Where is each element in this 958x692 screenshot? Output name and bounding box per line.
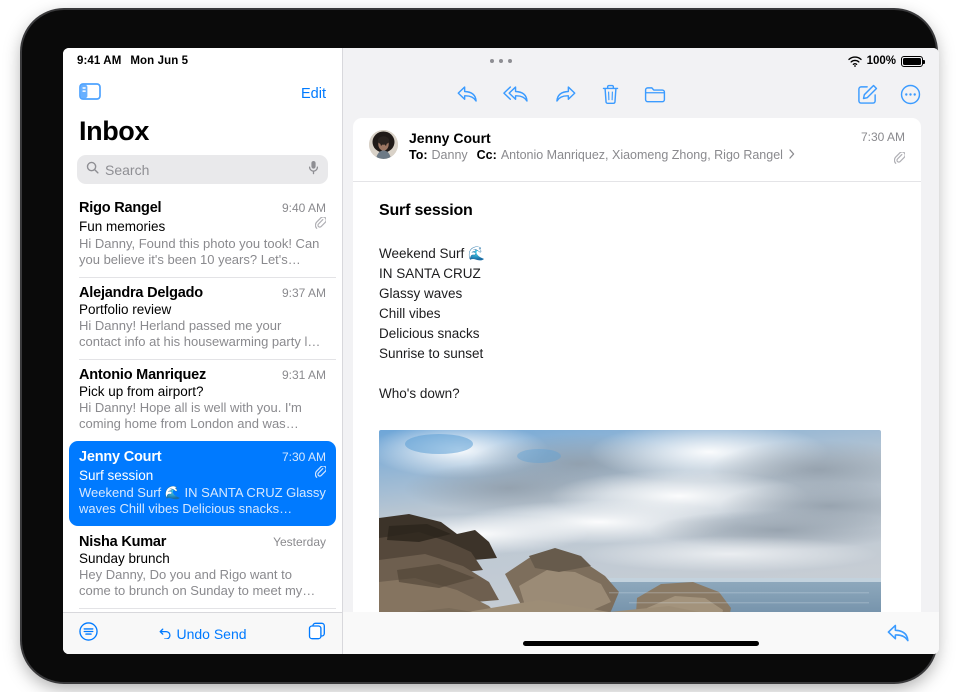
search-input[interactable] — [105, 162, 302, 178]
message-preview: Hi Danny! Hope all is well with you. I'm… — [79, 400, 326, 432]
message-subject: Pick up from airport? — [79, 384, 204, 399]
filter-lines-icon[interactable] — [79, 622, 98, 646]
mail-detail-pane: Jenny Court To: Danny Cc: Antonio Manriq… — [343, 48, 939, 654]
body-spacer — [379, 364, 899, 384]
message-time: 7:30 AM — [282, 450, 326, 464]
sidebar-toggle-icon[interactable] — [79, 83, 101, 105]
message-time: 9:40 AM — [282, 201, 326, 215]
message-sender: Rigo Rangel — [79, 200, 161, 216]
message-time: Yesterday — [273, 535, 326, 549]
detail-toolbar — [343, 74, 939, 114]
body-line: Delicious snacks — [379, 324, 899, 344]
search-icon — [86, 161, 99, 179]
duplicate-windows-icon[interactable] — [308, 622, 326, 645]
trash-icon[interactable] — [601, 84, 620, 105]
search-row — [63, 155, 342, 192]
message-preview: Hey Danny, Do you and Rigo want to come … — [79, 567, 326, 599]
undo-send-label: Undo Send — [176, 626, 246, 642]
message-sender: Nisha Kumar — [79, 534, 166, 550]
message-card: Jenny Court To: Danny Cc: Antonio Manriq… — [353, 118, 921, 612]
header-names: Jenny Court To: Danny Cc: Antonio Manriq… — [409, 130, 850, 162]
message-time: 9:31 AM — [282, 368, 326, 382]
chevron-right-icon[interactable] — [789, 149, 795, 159]
message-list-item[interactable]: Antonio Manriquez 9:31 AM Pick up from air… — [69, 359, 336, 441]
forward-arrow-icon[interactable] — [554, 84, 577, 104]
body-line: IN SANTA CRUZ — [379, 264, 899, 284]
message-sender: Alejandra Delgado — [79, 285, 203, 301]
to-label: To: — [409, 148, 428, 162]
body-lines: Weekend Surf 🌊IN SANTA CRUZGlassy wavesC… — [379, 244, 899, 364]
message-list-item[interactable]: Rigo Rangel 9:40 AM Fun memories Hi Danny,… — [69, 192, 336, 277]
folder-icon[interactable] — [644, 85, 666, 104]
message-list-item[interactable]: Xiaomeng ZhongSaturdaySummer barbecue Da… — [69, 608, 336, 612]
message-body: Surf session Weekend Surf 🌊IN SANTA CRUZ… — [353, 182, 921, 612]
detail-bottom-bar — [343, 612, 939, 654]
cc-value: Antonio Manriquez, Xiaomeng Zhong, Rigo … — [501, 148, 783, 162]
microphone-icon[interactable] — [308, 160, 319, 180]
home-indicator — [523, 641, 759, 646]
message-preview: Hi Danny! Herland passed me your contact… — [79, 318, 326, 350]
cc-label: Cc: — [477, 148, 497, 162]
message-list-item[interactable]: Jenny Court 7:30 AM Surf session Weekend S… — [69, 441, 336, 526]
edit-button[interactable]: Edit — [301, 86, 326, 102]
body-line: Chill vibes — [379, 304, 899, 324]
compose-pencil-icon[interactable] — [857, 84, 878, 105]
undo-arrow-icon — [159, 626, 172, 642]
ipad-device-frame: Edit Inbox — [22, 10, 936, 682]
message-subject: Fun memories — [79, 219, 165, 234]
search-field[interactable] — [77, 155, 328, 184]
body-line: Weekend Surf 🌊 — [379, 244, 899, 264]
to-value: Danny — [432, 148, 468, 162]
paperclip-icon — [315, 466, 326, 484]
message-subject: Portfolio review — [79, 302, 171, 317]
mail-list-pane: Edit Inbox — [63, 48, 343, 654]
message-list[interactable]: Rigo Rangel 9:40 AM Fun memories Hi Danny,… — [63, 192, 342, 612]
header-right: 7:30 AM — [861, 130, 905, 170]
list-bottom-bar: Undo Send — [63, 612, 342, 654]
message-time: 9:37 AM — [282, 286, 326, 300]
recipients-line[interactable]: To: Danny Cc: Antonio Manriquez, Xiaomen… — [409, 148, 850, 162]
message-list-item[interactable]: Nisha Kumar Yesterday Sunday brunchHey Dan… — [69, 526, 336, 608]
message-sender: Antonio Manriquez — [79, 367, 206, 383]
reply-arrow-icon[interactable] — [886, 622, 911, 644]
body-subject: Surf session — [379, 202, 899, 220]
more-ellipsis-circle-icon[interactable] — [900, 84, 921, 105]
list-nav-bar: Edit — [63, 74, 342, 114]
paperclip-icon — [315, 217, 326, 235]
undo-send-button[interactable]: Undo Send — [159, 626, 246, 642]
message-list-item[interactable]: Alejandra Delgado 9:37 AM Portfolio review… — [69, 277, 336, 359]
detail-sender-name: Jenny Court — [409, 130, 850, 146]
body-closing-line: Who's down? — [379, 384, 899, 404]
body-line: Glassy waves — [379, 284, 899, 304]
message-preview: Weekend Surf 🌊 IN SANTA CRUZ Glassy wave… — [79, 485, 326, 517]
paperclip-icon — [861, 152, 905, 170]
detail-timestamp: 7:30 AM — [861, 130, 905, 144]
message-sender: Jenny Court — [79, 449, 161, 465]
message-subject: Surf session — [79, 468, 153, 483]
toolbar-right-group — [857, 84, 921, 105]
body-line: Sunrise to sunset — [379, 344, 899, 364]
message-header: Jenny Court To: Danny Cc: Antonio Manriq… — [353, 118, 921, 182]
avatar — [369, 130, 398, 159]
message-subject: Sunday brunch — [79, 551, 170, 566]
page-title: Inbox — [63, 114, 342, 155]
message-preview: Hi Danny, Found this photo you took! Can… — [79, 236, 326, 268]
ipad-screen: Edit Inbox — [63, 48, 939, 654]
toolbar-action-group — [456, 84, 666, 105]
coastal-rocky-cliffs-photo[interactable] — [379, 430, 881, 612]
reply-all-arrow-icon[interactable] — [503, 84, 530, 104]
reply-arrow-icon[interactable] — [456, 84, 479, 104]
